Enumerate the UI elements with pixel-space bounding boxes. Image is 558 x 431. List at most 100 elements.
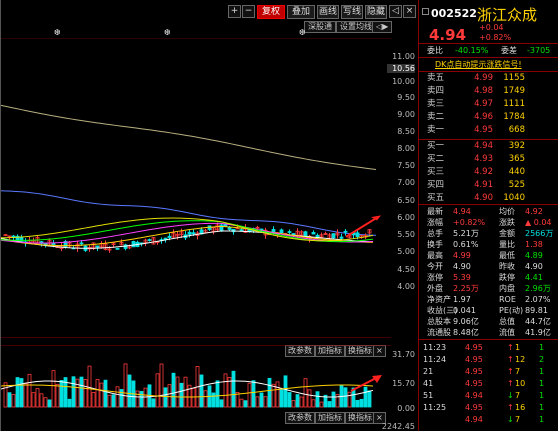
stat-value: 2.25万 bbox=[453, 284, 479, 293]
price-axis-label: 11.00 bbox=[392, 52, 415, 61]
stat-label: 涨跌 bbox=[499, 218, 515, 227]
stat-label: 涨停 bbox=[427, 273, 443, 282]
book-price: 4.91 bbox=[474, 180, 493, 190]
ratio-diff-label: 委差 bbox=[501, 46, 517, 55]
volume-axis-label: 31.70 bbox=[392, 350, 415, 359]
stat-value: 5.39 bbox=[453, 273, 471, 282]
book-volume: 440 bbox=[508, 167, 525, 177]
bid-row[interactable]: 买三 4.92 440 bbox=[419, 166, 558, 179]
current-price: 4.94 bbox=[429, 26, 467, 44]
price-axis-label: 10.00 bbox=[392, 77, 415, 86]
stat-row: 净资产 1.97 ROE 2.07% bbox=[419, 294, 558, 305]
bid-row[interactable]: 买四 4.91 525 bbox=[419, 179, 558, 192]
stat-value: 2.07% bbox=[525, 295, 551, 304]
price-axis-label: 10.56 bbox=[387, 64, 415, 73]
volume-bar bbox=[247, 382, 252, 408]
event-marker-icon[interactable]: ❆ bbox=[299, 28, 306, 37]
candle-body bbox=[187, 231, 192, 235]
zoom-out-button[interactable]: − bbox=[242, 5, 255, 18]
signal-banner-link[interactable]: DK点自动提示涨跌信号! bbox=[435, 59, 522, 70]
book-price: 4.92 bbox=[474, 167, 493, 177]
volume-bar bbox=[227, 377, 232, 408]
volume-bar bbox=[95, 379, 100, 408]
stat-label: 换手 bbox=[427, 240, 443, 249]
stat-label: 总值 bbox=[499, 317, 515, 326]
volume-bar bbox=[347, 391, 352, 408]
stat-row: 最高 4.99 最低 4.89 bbox=[419, 250, 558, 261]
stat-value: 41.9亿 bbox=[525, 328, 551, 337]
event-marker-icon[interactable]: ❆ bbox=[164, 28, 171, 37]
prev-window-icon[interactable]: ◁ bbox=[389, 5, 402, 18]
volume-bar bbox=[107, 394, 112, 408]
candle-body bbox=[339, 236, 344, 239]
ask-row[interactable]: 卖三 4.97 1111 bbox=[419, 98, 558, 111]
bid-row[interactable]: 买一 4.94 392 bbox=[419, 140, 558, 153]
rights-adjust-button[interactable]: 复权 bbox=[257, 5, 285, 19]
stat-label: ROE bbox=[499, 295, 516, 304]
volume-bar bbox=[139, 391, 144, 408]
stat-label: 最新 bbox=[427, 207, 443, 216]
draw-line-button[interactable]: 画线 bbox=[317, 5, 339, 19]
stat-row: 流通股 8.48亿 流值 41.9亿 bbox=[419, 327, 558, 338]
volume-bar bbox=[59, 380, 64, 408]
long-ma-line bbox=[1, 104, 377, 171]
volume-bar bbox=[331, 391, 336, 408]
candle-body bbox=[167, 235, 172, 238]
stat-label: 外盘 bbox=[427, 284, 443, 293]
volume-bar bbox=[271, 383, 276, 408]
tick-price: 4.95 bbox=[465, 367, 483, 376]
stat-value: 4.41 bbox=[525, 273, 543, 282]
stat-value: 0.041 bbox=[453, 306, 476, 315]
volume-bar bbox=[103, 379, 108, 408]
ask-row[interactable]: 卖二 4.96 1784 bbox=[419, 111, 558, 124]
stat-row: 涨幅 +0.82% 涨跌 ▲ 0.04 bbox=[419, 217, 558, 228]
candle-body bbox=[271, 229, 276, 233]
stat-value: 44.7亿 bbox=[525, 317, 551, 326]
volume-bar bbox=[155, 373, 160, 408]
volume-bar bbox=[7, 392, 12, 408]
window-close-icon[interactable]: × bbox=[403, 5, 416, 18]
tick-volume: 12 bbox=[515, 355, 526, 364]
price-axis-label: 9.50 bbox=[397, 93, 415, 102]
tick-count: 1 bbox=[539, 379, 545, 388]
volume-bar bbox=[55, 383, 60, 408]
volume-bar bbox=[311, 399, 316, 408]
ma-setting-button[interactable]: 设置均线 bbox=[336, 21, 376, 33]
up-arrow-icon: ↑ bbox=[507, 379, 514, 388]
stat-label: 均价 bbox=[499, 207, 515, 216]
volume-bar bbox=[307, 389, 312, 408]
stat-value: 8.48亿 bbox=[453, 328, 479, 337]
event-marker-icon[interactable]: ❆ bbox=[54, 28, 61, 37]
price-axis-label: 5.50 bbox=[397, 230, 415, 239]
volume-unit-label: 2242.45 bbox=[381, 422, 415, 431]
zoom-in-button[interactable]: + bbox=[228, 5, 241, 18]
scroll-arrows[interactable]: ◁▶ bbox=[372, 21, 393, 33]
ask-row[interactable]: 卖五 4.99 1155 bbox=[419, 72, 558, 85]
tick-count: 1 bbox=[539, 343, 545, 352]
tick-volume: 10 bbox=[515, 379, 526, 388]
tick-price: 4.95 bbox=[465, 355, 483, 364]
tick-count: 1 bbox=[539, 391, 545, 400]
hide-button[interactable]: 隐藏 bbox=[365, 5, 387, 19]
volume-bar bbox=[255, 396, 260, 408]
volume-bar bbox=[287, 392, 292, 408]
volume-bar bbox=[99, 382, 104, 408]
overlay-button[interactable]: 叠加 bbox=[287, 5, 315, 19]
book-level-label: 买一 bbox=[427, 141, 445, 151]
connect-button[interactable]: 深股通 bbox=[304, 21, 336, 33]
volume-bar bbox=[23, 383, 28, 408]
volume-chart[interactable] bbox=[1, 345, 391, 415]
ask-row[interactable]: 卖四 4.98 1749 bbox=[419, 85, 558, 98]
window-box-icon[interactable] bbox=[422, 8, 429, 15]
tick-row: 41 4.95 10 1 ↑ bbox=[419, 378, 558, 390]
pen-button[interactable]: 写线 bbox=[341, 5, 363, 19]
kline-chart[interactable] bbox=[1, 38, 391, 338]
price-axis-label: 9.00 bbox=[397, 110, 415, 119]
stat-value: 4.90 bbox=[525, 262, 543, 271]
bid-row[interactable]: 买二 4.93 365 bbox=[419, 153, 558, 166]
price-axis-label: 7.50 bbox=[397, 161, 415, 170]
ask-row[interactable]: 卖一 4.95 668 bbox=[419, 124, 558, 137]
volume-bar bbox=[79, 376, 84, 408]
stat-value: 2.96万 bbox=[525, 284, 551, 293]
stat-value: 5.21万 bbox=[453, 229, 479, 238]
